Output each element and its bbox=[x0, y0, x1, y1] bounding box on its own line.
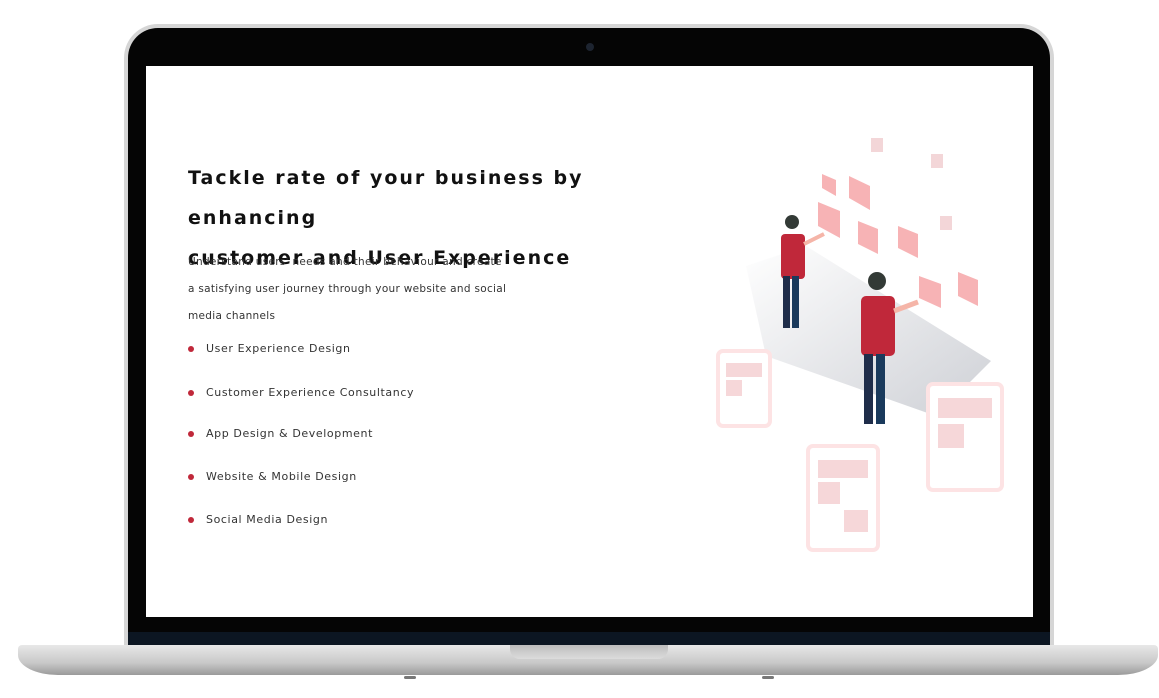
bullet-icon bbox=[188, 474, 194, 480]
bullet-icon bbox=[188, 517, 194, 523]
desc-line: a satisfying user journey through your w… bbox=[188, 283, 507, 295]
service-label: User Experience Design bbox=[206, 342, 351, 355]
description: Understand users' needs and their behavi… bbox=[188, 249, 528, 330]
desc-line: media channels bbox=[188, 310, 276, 322]
laptop-foot bbox=[404, 676, 416, 679]
laptop-notch bbox=[510, 645, 668, 659]
bullet-icon bbox=[188, 431, 194, 437]
services-list: User Experience Design Customer Experien… bbox=[188, 342, 414, 526]
ux-illustration bbox=[716, 138, 1004, 552]
list-item: Social Media Design bbox=[188, 513, 414, 526]
laptop-foot bbox=[762, 676, 774, 679]
service-label: Customer Experience Consultancy bbox=[206, 386, 415, 399]
service-label: App Design & Development bbox=[206, 427, 373, 440]
list-item: App Design & Development bbox=[188, 427, 414, 440]
bullet-icon bbox=[188, 346, 194, 352]
list-item: User Experience Design bbox=[188, 342, 414, 355]
laptop-hinge bbox=[128, 632, 1050, 646]
screen: Tackle rate of your business by enhancin… bbox=[146, 66, 1033, 617]
camera-icon bbox=[586, 43, 594, 51]
list-item: Website & Mobile Design bbox=[188, 470, 414, 483]
list-item: Customer Experience Consultancy bbox=[188, 386, 414, 399]
title-line-1: Tackle rate of your business by enhancin… bbox=[188, 167, 584, 229]
bullet-icon bbox=[188, 390, 194, 396]
wireframe-cards bbox=[871, 138, 952, 230]
desc-line: Understand users' needs and their behavi… bbox=[188, 256, 502, 268]
service-label: Social Media Design bbox=[206, 513, 329, 526]
service-label: Website & Mobile Design bbox=[206, 470, 357, 483]
